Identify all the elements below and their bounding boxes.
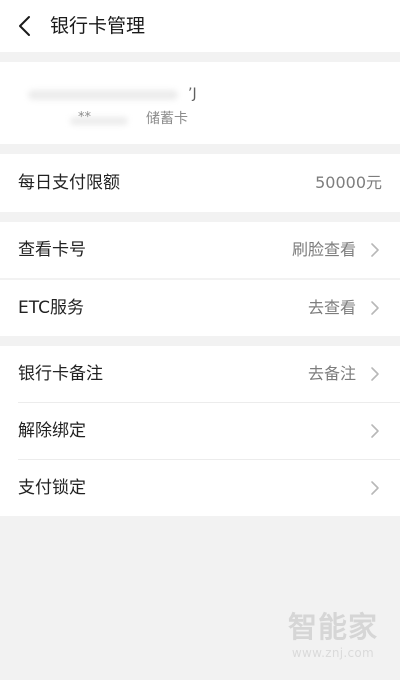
etc-service-row[interactable]: ETC服务 去查看 (0, 280, 400, 336)
chevron-right-icon (371, 367, 379, 381)
watermark-brand: 智能家 (287, 610, 378, 644)
etc-service-value: 去查看 (307, 298, 356, 317)
bank-card-summary: ’J ** 储蓄卡 (0, 62, 400, 144)
card-type: 储蓄卡 (146, 111, 188, 127)
card-number-row: ** 储蓄卡 (70, 109, 198, 129)
top-bar: 银行卡管理 (0, 0, 400, 52)
watermark-url: www.znj.com (291, 646, 374, 660)
limit-section: 每日支付限额 50000元 (0, 154, 400, 212)
bank-name: ’J (28, 84, 197, 104)
unbind-label: 解除绑定 (18, 421, 86, 441)
daily-limit-label: 每日支付限额 (18, 173, 120, 193)
card-note-label: 银行卡备注 (18, 364, 103, 384)
daily-limit-value: 50000元 (315, 173, 382, 192)
view-card-number-value: 刷脸查看 (291, 240, 356, 259)
bank-name-tail: ’J (188, 86, 197, 102)
chevron-right-icon (371, 424, 379, 438)
card-masked-number: ** (78, 110, 91, 125)
payment-lock-label: 支付锁定 (18, 478, 86, 498)
back-chevron-icon[interactable] (14, 14, 36, 38)
watermark-logo: 智能家 www.znj.com (280, 608, 388, 666)
card-note-row[interactable]: 银行卡备注 去备注 (0, 346, 400, 402)
card-note-value: 去备注 (307, 364, 356, 383)
blurred-bank-name (28, 90, 178, 100)
etc-service-label: ETC服务 (18, 298, 84, 318)
view-card-number-row[interactable]: 查看卡号 刷脸查看 (0, 222, 400, 278)
section-gap (0, 336, 400, 346)
view-card-number-label: 查看卡号 (18, 240, 86, 260)
payment-lock-row[interactable]: 支付锁定 (0, 460, 400, 516)
chevron-right-icon (371, 481, 379, 495)
page-title: 银行卡管理 (50, 15, 146, 37)
unbind-row[interactable]: 解除绑定 (0, 403, 400, 459)
chevron-right-icon (371, 301, 379, 315)
chevron-right-icon (371, 243, 379, 257)
card-actions-section: 查看卡号 刷脸查看 ETC服务 去查看 银行卡备注 去备注 解除绑定 支付锁定 (0, 222, 400, 516)
daily-limit-row[interactable]: 每日支付限额 50000元 (0, 154, 400, 212)
